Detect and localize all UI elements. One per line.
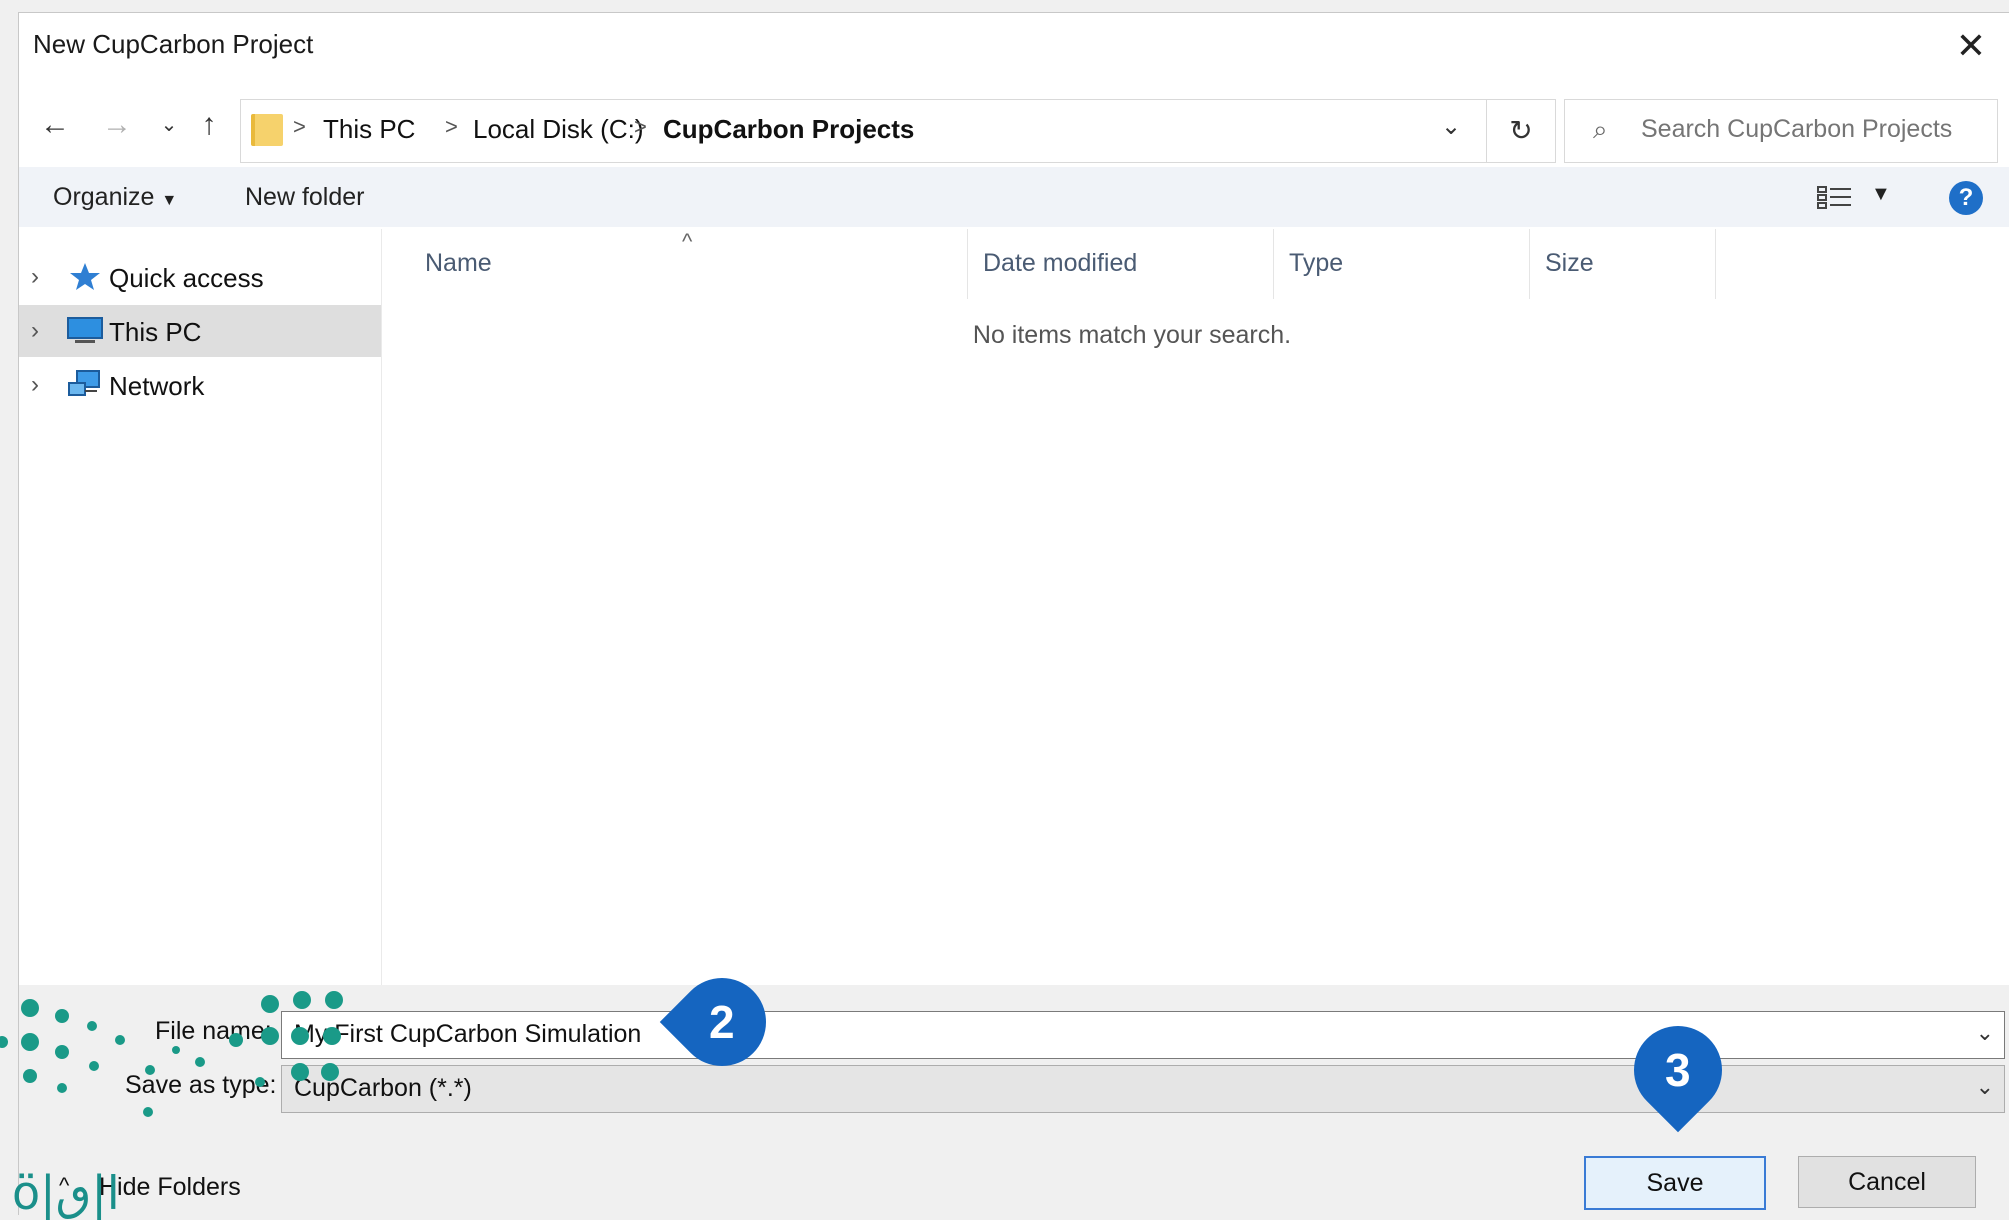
column-header-size[interactable]: Size xyxy=(1545,249,1594,278)
refresh-icon[interactable]: ↻ xyxy=(1486,100,1555,162)
save-button[interactable]: Save xyxy=(1584,1156,1766,1210)
navigation-pane: › Quick access › This PC › Network xyxy=(19,229,381,985)
forward-arrow-icon[interactable]: → xyxy=(97,105,137,145)
breadcrumb-separator: > xyxy=(445,114,458,139)
view-options-caret-icon[interactable]: ▼ xyxy=(1871,183,1891,206)
organize-label: Organize xyxy=(53,183,155,211)
view-options-icon[interactable] xyxy=(1817,185,1853,211)
empty-message: No items match your search. xyxy=(972,321,1292,349)
nav-item-this-pc[interactable]: › This PC xyxy=(19,305,381,357)
cancel-button[interactable]: Cancel xyxy=(1798,1156,1976,1208)
command-bar: Organize ▼ New folder ▼ ? xyxy=(19,167,2009,227)
back-arrow-icon[interactable]: ← xyxy=(35,105,75,145)
dropdown-caret-icon: ▼ xyxy=(161,192,178,209)
nav-item-quick-access[interactable]: › Quick access xyxy=(19,251,381,303)
window-title: New CupCarbon Project xyxy=(33,29,314,59)
expand-chevron-icon[interactable]: › xyxy=(31,371,39,399)
sort-ascending-icon: ^ xyxy=(682,229,693,254)
up-arrow-icon[interactable]: ↑ xyxy=(189,105,229,145)
chevron-down-icon[interactable]: ⌄ xyxy=(1976,1020,1994,1046)
star-icon xyxy=(70,263,100,290)
folder-icon xyxy=(251,114,283,146)
close-icon[interactable]: ✕ xyxy=(1946,21,1996,71)
nav-item-label: This PC xyxy=(109,317,202,347)
expand-chevron-icon[interactable]: › xyxy=(31,263,39,291)
file-name-field[interactable]: My First CupCarbon Simulation ⌄ xyxy=(281,1011,2005,1059)
expand-chevron-icon[interactable]: › xyxy=(31,317,39,345)
search-box[interactable]: ⌕ xyxy=(1564,99,1998,163)
new-folder-button[interactable]: New folder xyxy=(245,183,365,212)
title-bar: New CupCarbon Project ✕ xyxy=(19,13,2009,81)
column-divider[interactable] xyxy=(1715,229,1716,299)
nav-item-label: Quick access xyxy=(109,263,264,293)
step-number: 3 xyxy=(1665,1044,1691,1096)
watermark-dots-pattern xyxy=(0,991,343,1117)
save-as-type-select[interactable]: CupCarbon (*.*) ⌄ xyxy=(281,1065,2005,1113)
computer-icon xyxy=(67,317,103,343)
network-icon xyxy=(68,370,100,396)
column-divider[interactable] xyxy=(1529,229,1530,299)
hide-folders-label: Hide Folders xyxy=(99,1173,241,1201)
column-header-type[interactable]: Type xyxy=(1289,249,1343,278)
breadcrumb-cupcarbon-projects[interactable]: CupCarbon Projects xyxy=(663,114,914,145)
navigation-bar: ← → ⌄ ↑ > This PC > Local Disk (C:) > Cu… xyxy=(19,85,2009,165)
help-icon[interactable]: ? xyxy=(1949,181,1983,215)
breadcrumb-this-pc[interactable]: This PC xyxy=(323,114,415,145)
search-input[interactable] xyxy=(1639,108,1983,150)
organize-menu[interactable]: Organize ▼ xyxy=(53,183,177,212)
breadcrumb-local-disk[interactable]: Local Disk (C:) xyxy=(473,114,643,145)
recent-locations-chevron-icon[interactable]: ⌄ xyxy=(149,105,189,145)
file-list: ^ Name Date modified Type Size No items … xyxy=(387,229,2009,985)
column-divider[interactable] xyxy=(967,229,968,299)
column-header-name[interactable]: Name xyxy=(425,249,492,278)
chevron-down-icon[interactable]: ⌄ xyxy=(1976,1074,1994,1100)
breadcrumb-separator: > xyxy=(293,114,306,139)
search-icon: ⌕ xyxy=(1593,114,1608,144)
column-divider[interactable] xyxy=(1273,229,1274,299)
breadcrumb-separator: > xyxy=(634,114,647,139)
step-number: 2 xyxy=(709,996,735,1048)
address-bar[interactable]: > This PC > Local Disk (C:) > CupCarbon … xyxy=(240,99,1556,163)
column-header-date-modified[interactable]: Date modified xyxy=(983,249,1137,278)
address-dropdown-chevron-icon[interactable]: ⌄ xyxy=(1441,112,1461,141)
nav-item-label: Network xyxy=(109,371,205,401)
nav-item-network[interactable]: › Network xyxy=(19,359,381,411)
watermark-logo: ö|ا|ٯ xyxy=(12,1166,120,1220)
